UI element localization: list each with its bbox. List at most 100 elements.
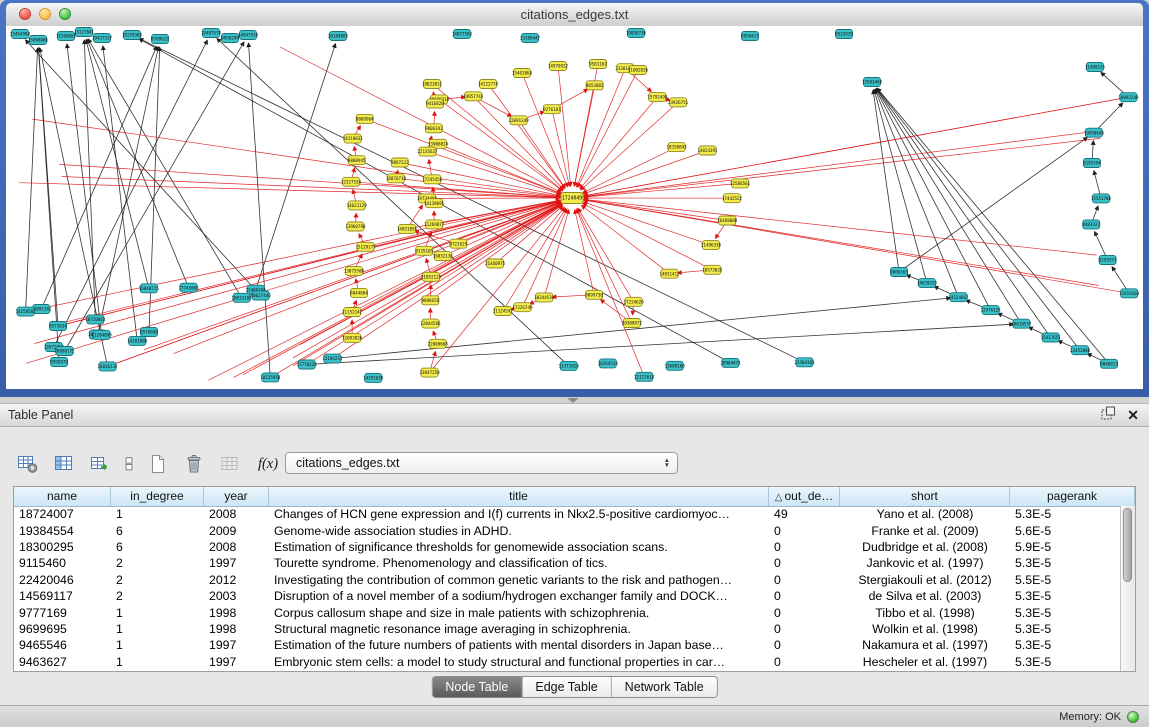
graph-node[interactable]: 9523939 — [835, 30, 853, 39]
graph-node[interactable]: 22135627 — [417, 147, 438, 156]
graph-node[interactable]: 14281088 — [127, 336, 148, 345]
graph-node[interactable]: 9416828 — [426, 99, 444, 108]
graph-node[interactable]: 19823011 — [422, 80, 443, 89]
graph-node[interactable]: 15401864 — [512, 69, 533, 78]
column-header-name[interactable]: name — [14, 487, 111, 506]
graph-node[interactable]: 8135165 — [415, 246, 433, 255]
graph-node[interactable]: 11204699 — [92, 330, 113, 339]
graph-node[interactable]: 9581162 — [589, 60, 607, 69]
merge-table-icon[interactable] — [216, 450, 244, 478]
graph-node[interactable]: 14639333 — [917, 279, 938, 288]
graph-node[interactable]: 21460975 — [485, 259, 506, 268]
table-row[interactable]: 1938455462009Genome-wide association stu… — [14, 522, 1120, 538]
graph-node[interactable]: 19856730 — [626, 29, 647, 38]
table-selector-combobox[interactable]: citations_edges.txt ▲▼ — [285, 452, 678, 474]
new-table-icon[interactable] — [144, 450, 172, 478]
tab-network-table[interactable]: Network Table — [612, 677, 717, 697]
row-selector-icon[interactable] — [122, 450, 136, 478]
table-row[interactable]: 946362711997Embryonic stem cells: a mode… — [14, 654, 1120, 670]
function-builder-icon[interactable]: f(x) — [252, 450, 284, 478]
graph-node[interactable]: 9897223 — [391, 158, 409, 167]
graph-node[interactable]: 8809964 — [356, 114, 374, 123]
graph-node[interactable]: 10125950 — [260, 373, 281, 382]
graph-node[interactable]: 15417651 — [1041, 333, 1062, 342]
graph-node[interactable]: 14324667 — [948, 293, 969, 302]
table-row[interactable]: 1872400712008Changes of HCN gene express… — [14, 506, 1120, 522]
graph-node[interactable]: 23384183 — [794, 358, 815, 367]
graph-node[interactable]: 9806342 — [425, 124, 443, 133]
graph-node[interactable]: 9653802 — [586, 81, 604, 90]
close-panel-icon[interactable]: ✕ — [1127, 404, 1139, 426]
tab-node-table[interactable]: Node Table — [432, 677, 522, 697]
graph-node[interactable]: 16488088 — [717, 216, 738, 225]
show-columns-icon[interactable] — [50, 450, 78, 478]
graph-node[interactable]: 11919303 — [1119, 289, 1140, 298]
minimize-window-button[interactable] — [39, 8, 51, 20]
tab-edge-table[interactable]: Edge Table — [522, 677, 611, 697]
graph-node[interactable]: 20104083 — [328, 32, 349, 41]
graph-node[interactable]: 23452080 — [1070, 346, 1091, 355]
table-settings-icon[interactable] — [14, 450, 42, 478]
column-header-pagerank[interactable]: pagerank — [1010, 487, 1135, 506]
table-row[interactable]: 1456911722003Disruption of a novel membe… — [14, 588, 1120, 604]
graph-node[interactable]: 18720063 — [85, 315, 106, 324]
graph-node[interactable]: 14031412 — [659, 269, 680, 278]
graph-node[interactable]: 10344534 — [534, 293, 555, 302]
graph-node[interactable]: 17745065 — [179, 283, 200, 292]
graph-node[interactable]: 20300872 — [622, 319, 643, 328]
graph-node[interactable]: 9276181 — [543, 105, 561, 114]
graph-node[interactable]: 14851056 — [397, 224, 418, 233]
graph-node[interactable]: 14139695 — [424, 199, 445, 208]
graph-node[interactable]: 9571634 — [49, 322, 67, 331]
column-header-title[interactable]: title — [269, 487, 769, 506]
graph-node[interactable]: 17226749 — [512, 303, 533, 312]
table-row[interactable]: 2242004622012Investigating the contribut… — [14, 572, 1120, 588]
graph-node[interactable]: 14258502 — [16, 307, 37, 316]
graph-node[interactable]: 12044586 — [420, 319, 441, 328]
import-table-icon[interactable] — [86, 450, 114, 478]
graph-node[interactable]: 20080172 — [54, 347, 75, 356]
graph-node[interactable]: 8896656 — [421, 296, 439, 305]
graph-node[interactable]: 11480315 — [1085, 63, 1106, 72]
graph-node[interactable]: 16032136 — [433, 252, 454, 261]
table-row[interactable]: 977716911998Corpus callosum shape and si… — [14, 604, 1120, 620]
graph-node[interactable]: 12194215 — [322, 354, 343, 363]
graph-node[interactable]: 9806163 — [890, 268, 908, 277]
graph-node[interactable]: 12327534 — [341, 177, 362, 186]
graph-node[interactable]: 19259383 — [122, 31, 143, 40]
graph-node[interactable]: 19437537 — [92, 34, 113, 43]
graph-node[interactable]: 13583469 — [862, 78, 883, 87]
graph-node[interactable]: 11372820 — [559, 361, 580, 370]
graph-node[interactable]: 16836132 — [97, 362, 118, 371]
graph-node[interactable]: 22122614 — [634, 372, 655, 381]
graph-node[interactable]: 9959417 — [741, 32, 759, 41]
graph-node[interactable]: 10092249 — [1118, 93, 1139, 102]
graph-node[interactable]: 9046013 — [1100, 359, 1118, 368]
graph-node[interactable]: 17224620 — [624, 297, 645, 306]
column-header-short[interactable]: short — [840, 487, 1010, 506]
table-row[interactable]: 1830029562008Estimation of significance … — [14, 539, 1120, 555]
graph-node[interactable]: 14621129 — [347, 201, 368, 210]
graph-node[interactable]: 19487579 — [201, 29, 222, 38]
graph-node[interactable]: 15792490 — [647, 93, 668, 102]
table-row[interactable]: 946554611997Estimation of the future num… — [14, 637, 1120, 653]
graph-node[interactable]: 14847910 — [238, 31, 259, 40]
graph-node[interactable]: 8899736 — [585, 290, 603, 299]
graph-node[interactable]: 8044884 — [350, 288, 368, 297]
graph-node[interactable]: 10573025 — [702, 265, 723, 274]
graph-node[interactable]: 23926751 — [668, 98, 689, 107]
graph-node[interactable]: 15129177 — [356, 242, 377, 251]
graph-node[interactable]: 8483327 — [1082, 220, 1100, 229]
zoom-window-button[interactable] — [59, 8, 71, 20]
graph-node[interactable]: 15551788 — [1091, 194, 1112, 203]
graph-node[interactable]: 8195394 — [1083, 159, 1101, 168]
graph-node[interactable]: 14024391 — [697, 146, 718, 155]
delete-table-icon[interactable] — [180, 450, 208, 478]
graph-node[interactable]: 17442522 — [722, 194, 743, 203]
graph-node[interactable]: 8721629 — [450, 239, 468, 248]
graph-node[interactable]: 11002826 — [628, 66, 649, 75]
graph-node[interactable]: 13960798 — [345, 222, 366, 231]
graph-node[interactable]: 16876738 — [386, 174, 407, 183]
column-header-year[interactable]: year — [204, 487, 269, 506]
graph-node[interactable]: 12976125 — [981, 306, 1002, 315]
